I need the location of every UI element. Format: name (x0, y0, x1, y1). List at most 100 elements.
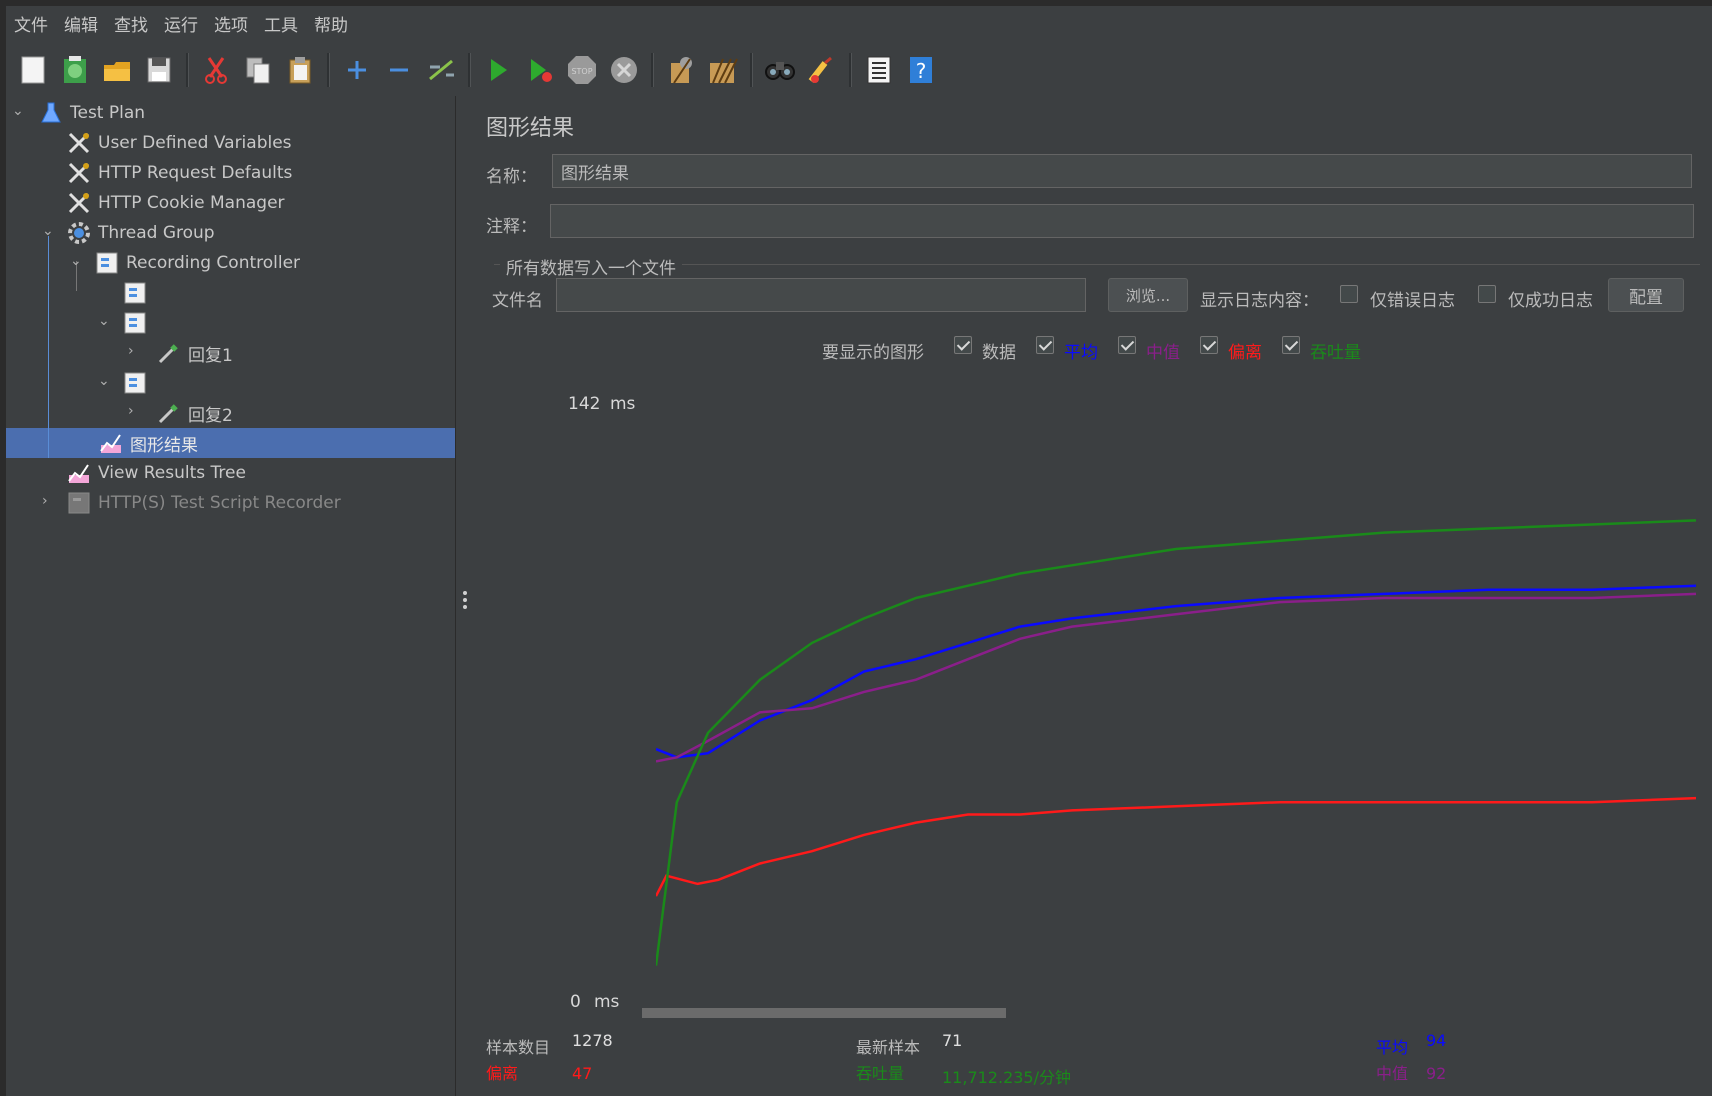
open-icon[interactable] (100, 53, 134, 87)
tree-label: 图形结果 (130, 435, 198, 456)
jmeter-window: 文件 编辑 查找 运行 选项 工具 帮助 STOP ? ⌄ Test Plan … (6, 6, 1712, 1096)
average-option-label: 平均 (1064, 343, 1098, 363)
templates-icon[interactable] (58, 53, 92, 87)
chart-scrollbar[interactable] (642, 1008, 1006, 1018)
deviation-checkbox[interactable] (1200, 336, 1218, 354)
tree-item-http-cookie-manager[interactable]: HTTP Cookie Manager (66, 188, 285, 218)
filename-label: 文件名 (492, 291, 543, 311)
tree-label: 回复2 (188, 405, 233, 426)
menu-tools[interactable]: 工具 (256, 11, 306, 36)
tree-item-transaction-0[interactable] (122, 278, 154, 308)
copy-icon[interactable] (241, 53, 275, 87)
y-min-unit: ms (594, 992, 620, 1012)
tree-item-test-plan[interactable]: Test Plan (38, 98, 145, 128)
cut-icon[interactable] (199, 53, 233, 87)
clear-icon[interactable] (664, 53, 698, 87)
tree-item-reply2[interactable]: 回复2 (156, 398, 233, 428)
tree-label: 回复1 (188, 345, 233, 366)
samples-label: 样本数目 (486, 1038, 551, 1057)
tree-item-recording-controller[interactable]: Recording Controller (94, 248, 300, 278)
save-icon[interactable] (142, 53, 176, 87)
name-field[interactable]: 图形结果 (552, 154, 1692, 188)
tree-item-http-request-defaults[interactable]: HTTP Request Defaults (66, 158, 292, 188)
success-only-checkbox[interactable] (1478, 285, 1496, 303)
configure-button[interactable]: 配置 (1608, 278, 1684, 312)
y-min-label: 0 (570, 992, 581, 1012)
y-max-unit: ms (610, 394, 636, 414)
expand-icon[interactable] (340, 53, 374, 87)
graph-listener-icon (98, 430, 124, 456)
graph-results-chart (656, 519, 1697, 966)
tree-label: HTTP(S) Test Script Recorder (98, 493, 341, 513)
log-content-label: 显示日志内容： (1200, 291, 1319, 311)
graph-listener-icon (66, 460, 92, 486)
svg-text:?: ? (916, 59, 927, 83)
chevron-down-icon[interactable]: ⌄ (42, 224, 56, 238)
start-no-pauses-icon[interactable] (523, 53, 557, 87)
median-option-label: 中值 (1146, 343, 1180, 363)
tree-item-transaction-1[interactable] (122, 308, 154, 338)
start-icon[interactable] (481, 53, 515, 87)
chevron-down-icon[interactable]: ⌄ (70, 254, 84, 268)
tree-item-graph-results[interactable]: 图形结果 (98, 428, 198, 458)
menu-file[interactable]: 文件 (6, 11, 56, 36)
throughput-stat-label: 吞吐量 (856, 1064, 905, 1083)
chevron-right-icon[interactable]: › (128, 344, 142, 358)
errors-only-label: 仅错误日志 (1370, 291, 1455, 311)
tree-guide-line (48, 236, 49, 458)
tree-label: User Defined Variables (98, 133, 292, 153)
toolbar-separator (651, 53, 654, 87)
tree-item-reply1[interactable]: 回复1 (156, 338, 233, 368)
comment-label: 注释： (486, 217, 537, 237)
median-checkbox[interactable] (1118, 336, 1136, 354)
toggle-icon[interactable] (424, 53, 458, 87)
chevron-right-icon[interactable]: › (42, 494, 56, 508)
tree-item-thread-group[interactable]: Thread Group (66, 218, 215, 248)
chevron-down-icon[interactable]: ⌄ (12, 104, 26, 118)
gear-icon (66, 220, 92, 246)
stop-icon[interactable]: STOP (565, 53, 599, 87)
tree-label: HTTP Cookie Manager (98, 193, 285, 213)
tree-label: View Results Tree (98, 463, 246, 483)
tree-label: Test Plan (70, 103, 146, 123)
tree-item-user-defined-variables[interactable]: User Defined Variables (66, 128, 292, 158)
split-grip-icon[interactable] (463, 591, 467, 611)
deviation-option-label: 偏离 (1228, 343, 1262, 363)
data-checkbox[interactable] (954, 336, 972, 354)
series-line (656, 584, 1697, 759)
comment-field[interactable] (550, 204, 1694, 238)
latest-sample-value: 71 (942, 1031, 963, 1050)
toolbar-separator (750, 53, 753, 87)
graphs-to-display-label: 要显示的图形 (822, 343, 924, 363)
search-icon[interactable] (763, 53, 797, 87)
paste-icon[interactable] (283, 53, 317, 87)
clear-all-icon[interactable] (706, 53, 740, 87)
tree-item-transaction-2[interactable] (122, 368, 154, 398)
chevron-down-icon[interactable]: ⌄ (98, 374, 112, 388)
throughput-checkbox[interactable] (1282, 336, 1300, 354)
menu-edit[interactable]: 编辑 (56, 11, 106, 36)
collapse-icon[interactable] (382, 53, 416, 87)
errors-only-checkbox[interactable] (1340, 285, 1358, 303)
throughput-option-label: 吞吐量 (1310, 343, 1361, 363)
function-helper-icon[interactable] (862, 53, 896, 87)
series-line (656, 519, 1697, 966)
controller-icon (122, 370, 148, 396)
panel-title: 图形结果 (486, 116, 575, 141)
new-icon[interactable] (16, 53, 50, 87)
chevron-right-icon[interactable]: › (128, 404, 142, 418)
shutdown-icon[interactable] (607, 53, 641, 87)
average-checkbox[interactable] (1036, 336, 1054, 354)
chevron-down-icon[interactable]: ⌄ (98, 314, 112, 328)
menu-help[interactable]: 帮助 (306, 11, 356, 36)
reset-search-icon[interactable] (805, 53, 839, 87)
tree-item-view-results-tree[interactable]: View Results Tree (66, 458, 246, 488)
tree-item-recorder[interactable]: HTTP(S) Test Script Recorder (66, 488, 341, 518)
menu-search[interactable]: 查找 (106, 11, 156, 36)
help-icon[interactable]: ? (904, 53, 938, 87)
average-stat-label: 平均 (1376, 1038, 1409, 1057)
filename-field[interactable] (556, 278, 1086, 312)
menu-options[interactable]: 选项 (206, 11, 256, 36)
menu-run[interactable]: 运行 (156, 11, 206, 36)
browse-button[interactable]: 浏览... (1108, 278, 1188, 312)
